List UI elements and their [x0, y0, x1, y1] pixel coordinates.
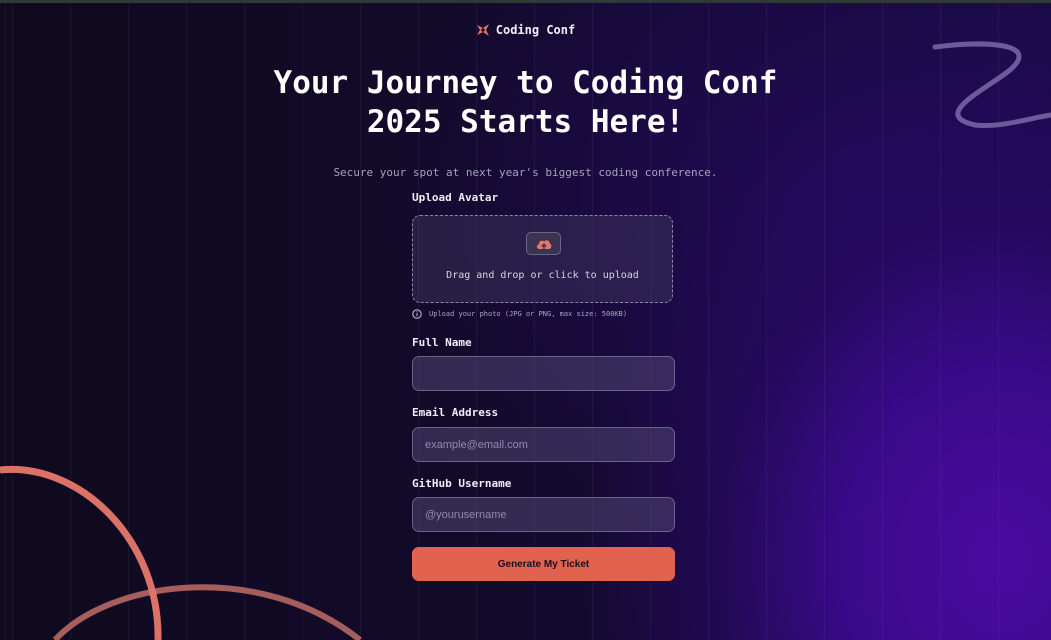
email-input[interactable]	[412, 427, 675, 462]
github-label: GitHub Username	[412, 477, 512, 490]
upload-instructions: Drag and drop or click to upload	[446, 270, 639, 281]
brand-name: Coding Conf	[495, 23, 576, 37]
upload-hint-text: Upload your photo (JPG or PNG, max size:…	[429, 310, 628, 318]
info-icon	[412, 309, 422, 319]
email-label: Email Address	[412, 406, 499, 419]
upload-hint: Upload your photo (JPG or PNG, max size:…	[412, 309, 627, 319]
github-username-input[interactable]	[412, 497, 675, 532]
bottom-left-arc-inner	[52, 584, 362, 640]
title-line-1: Your Journey to Coding Conf	[273, 65, 778, 101]
avatar-label: Upload Avatar	[412, 191, 499, 204]
title-line-2: 2025 Starts Here!	[366, 104, 685, 140]
brand-logo[interactable]: Coding Conf	[0, 23, 1051, 37]
bottom-left-arc-outer	[0, 465, 162, 640]
cloud-upload-icon	[526, 232, 561, 255]
full-name-label: Full Name	[412, 336, 472, 349]
generate-ticket-button[interactable]: Generate My Ticket	[412, 547, 675, 581]
avatar-upload-dropzone[interactable]: Drag and drop or click to upload	[412, 215, 673, 303]
page-title: Your Journey to Coding Conf 2025 Starts …	[0, 64, 1051, 142]
conf-logo-icon	[476, 24, 489, 36]
page-subtitle: Secure your spot at next year's biggest …	[333, 166, 718, 179]
full-name-input[interactable]	[412, 356, 675, 391]
